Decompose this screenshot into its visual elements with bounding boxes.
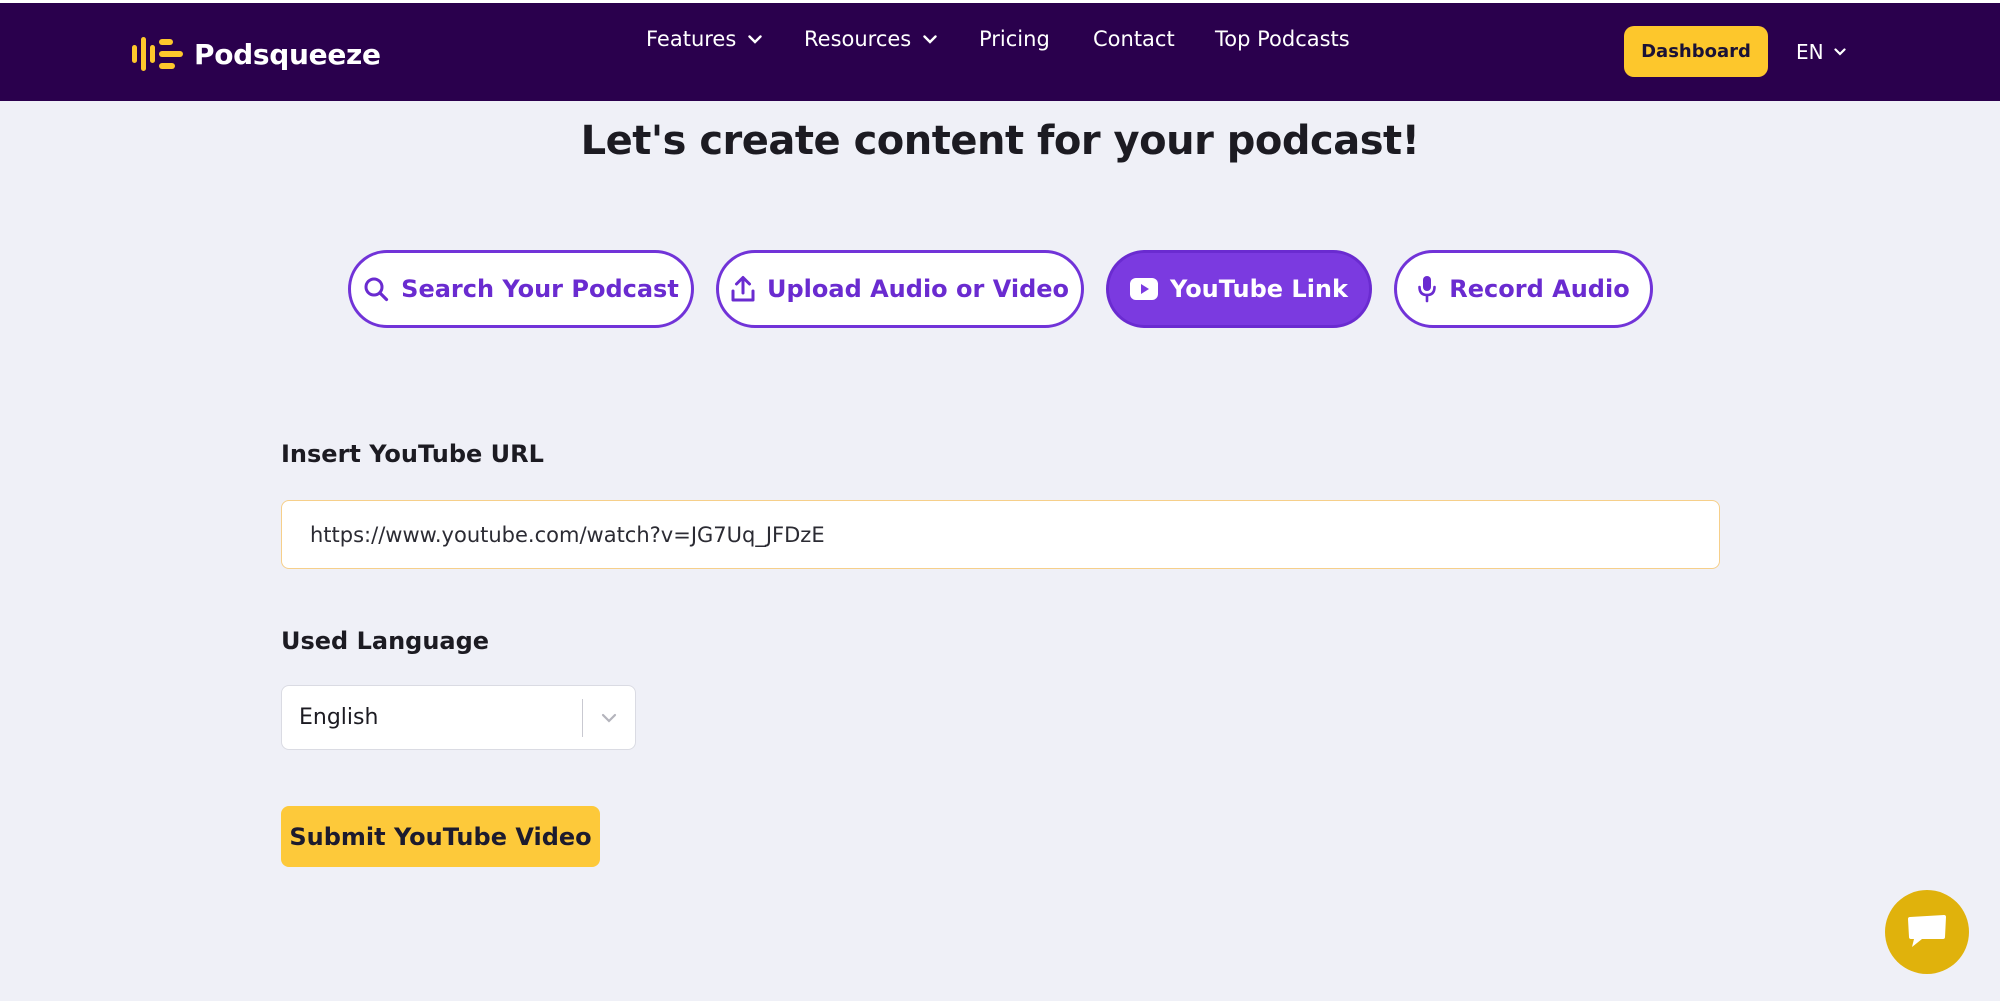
language-switcher[interactable]: EN [1796, 40, 1846, 64]
tab-record-audio[interactable]: Record Audio [1394, 250, 1653, 328]
chevron-down-icon [748, 34, 762, 44]
tab-youtube-link[interactable]: YouTube Link [1106, 250, 1372, 328]
tab-label: Record Audio [1449, 275, 1630, 303]
nav-item-label: Contact [1093, 27, 1175, 51]
dashboard-button[interactable]: Dashboard [1624, 26, 1768, 77]
upload-icon [731, 276, 755, 302]
youtube-url-input[interactable] [281, 500, 1720, 569]
language-code: EN [1796, 40, 1824, 64]
language-select[interactable]: English [281, 685, 636, 750]
used-language-label: Used Language [281, 627, 490, 655]
select-caret [583, 713, 635, 723]
youtube-url-label: Insert YouTube URL [281, 440, 544, 468]
youtube-icon [1130, 278, 1159, 300]
chevron-down-icon [601, 713, 617, 723]
search-icon [364, 277, 389, 302]
top-navbar: Podsqueeze Features Resources Pricing Co… [0, 3, 2000, 101]
nav-item-top-podcasts[interactable]: Top Podcasts [1215, 27, 1350, 51]
nav-item-contact[interactable]: Contact [1093, 27, 1175, 51]
equalizer-logo-icon [132, 37, 183, 71]
tab-search-podcast[interactable]: Search Your Podcast [348, 250, 694, 328]
chat-launcher-button[interactable] [1885, 890, 1969, 974]
nav-item-features[interactable]: Features [646, 27, 762, 51]
tab-label: Upload Audio or Video [766, 275, 1070, 303]
nav-item-resources[interactable]: Resources [804, 27, 937, 51]
nav-item-label: Pricing [979, 27, 1050, 51]
chevron-down-icon [923, 34, 937, 44]
microphone-icon [1418, 276, 1437, 303]
chevron-down-icon [1834, 48, 1846, 56]
brand-name: Podsqueeze [194, 37, 381, 71]
nav-item-label: Top Podcasts [1215, 27, 1350, 51]
chat-bubble-icon [1908, 915, 1946, 947]
language-select-value: English [299, 705, 379, 730]
nav-item-label: Resources [804, 27, 912, 51]
brand-logo[interactable]: Podsqueeze [132, 37, 381, 71]
tab-label: YouTube Link [1170, 275, 1348, 303]
page-title: Let's create content for your podcast! [580, 118, 1420, 164]
tab-upload-audio-video[interactable]: Upload Audio or Video [716, 250, 1084, 328]
tab-label: Search Your Podcast [401, 275, 679, 303]
submit-youtube-button[interactable]: Submit YouTube Video [281, 806, 600, 867]
nav-item-label: Features [646, 27, 737, 51]
nav-item-pricing[interactable]: Pricing [979, 27, 1050, 51]
